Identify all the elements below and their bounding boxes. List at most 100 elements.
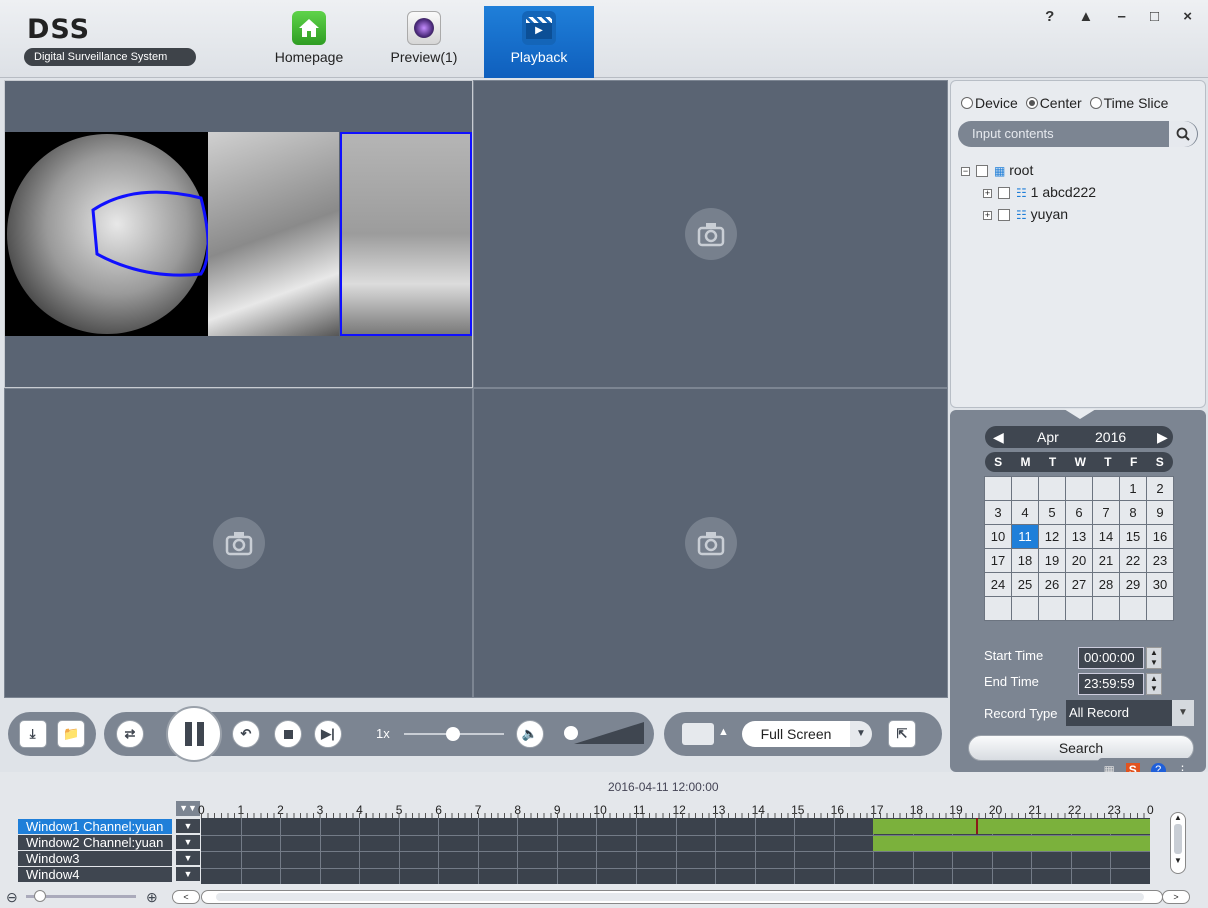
calendar-day[interactable]: 10 [984,524,1012,549]
checkbox[interactable] [976,165,988,177]
record-segment[interactable] [873,819,1150,834]
chevron-down-icon[interactable]: ▼ [176,851,200,865]
checkbox[interactable] [998,187,1010,199]
mute-icon[interactable]: 🔈 [516,720,544,748]
zoom-out-icon[interactable]: ⊖ [6,889,18,906]
chevron-down-icon[interactable]: ▼ [1172,700,1194,726]
record-type-select[interactable]: All Record [1066,700,1172,726]
volume-slider-handle[interactable] [564,726,578,740]
start-time-spinner[interactable]: ▲ ▼ [1146,647,1162,669]
tab-preview[interactable]: Preview(1) [369,6,479,78]
calendar-day[interactable]: 25 [1011,572,1039,597]
calendar-day[interactable]: 7 [1092,500,1120,525]
tree-node[interactable]: + ☷ 1 abcd222 [961,181,1096,203]
calendar-day[interactable]: 2 [1146,476,1174,501]
expand-all-icon[interactable]: ▼▼ [176,801,200,816]
channel-label[interactable]: Window2 Channel:yuan [18,835,172,850]
calendar-day[interactable]: 27 [1065,572,1093,597]
playhead-marker[interactable] [976,818,979,834]
close-button[interactable]: × [1183,8,1202,25]
radio-device[interactable] [961,97,973,109]
radio-time-slice[interactable] [1089,97,1102,109]
collapse-icon[interactable]: − [961,167,970,176]
radio-center[interactable] [1025,97,1038,109]
chevron-down-icon[interactable]: ▼ [176,867,200,881]
channel-label[interactable]: Window4 [18,867,172,882]
tab-homepage[interactable]: Homepage [254,6,364,78]
calendar-day[interactable]: 6 [1065,500,1093,525]
end-time-spinner[interactable]: ▲ ▼ [1146,673,1162,695]
calendar-day[interactable]: 5 [1038,500,1066,525]
calendar-day[interactable]: 8 [1119,500,1147,525]
sync-play-icon[interactable]: ⇄ [116,720,144,748]
grid-layout-icon[interactable] [682,723,714,745]
reverse-play-icon[interactable]: ↶ [232,720,260,748]
timeline-grid[interactable] [201,818,1150,884]
expand-icon[interactable]: + [983,189,992,198]
tree-node[interactable]: + ☷ yuyan [961,203,1096,225]
next-month-button[interactable]: ▶ [1157,426,1168,448]
video-window-2[interactable] [473,80,948,388]
video-window-1[interactable] [4,80,473,388]
timeline-vertical-scrollbar[interactable]: ▲ ▼ [1170,812,1186,874]
calendar-day[interactable]: 15 [1119,524,1147,549]
calendar-day[interactable]: 17 [984,548,1012,573]
calendar-day[interactable]: 19 [1038,548,1066,573]
expand-icon[interactable]: + [983,211,992,220]
zoom-slider-handle[interactable] [34,890,46,902]
filter-device[interactable]: Device [961,95,1018,111]
search-icon[interactable] [1169,121,1197,147]
calendar-day[interactable]: 23 [1146,548,1174,573]
start-time-field[interactable]: 00:00:00 [1078,647,1144,669]
video-window-3[interactable] [4,388,473,698]
step-forward-icon[interactable]: ▶| [314,720,342,748]
prev-month-button[interactable]: ◀ [993,426,1004,448]
fullscreen-mode-select[interactable]: Full Screen [742,721,850,747]
checkbox[interactable] [998,209,1010,221]
collapse-arrow-icon[interactable] [1064,409,1096,419]
volume-slider[interactable] [574,722,644,744]
download-icon[interactable]: ⤓ [18,720,47,748]
calendar-day[interactable]: 1 [1119,476,1147,501]
pause-button[interactable] [166,706,222,762]
timeline-horizontal-scrollbar[interactable] [201,890,1163,904]
calendar-day[interactable]: 16 [1146,524,1174,549]
calendar-day[interactable]: 3 [984,500,1012,525]
zoom-in-icon[interactable]: ⊕ [146,889,158,906]
layout-menu-arrow-icon[interactable]: ▲ [718,726,729,738]
lock-icon[interactable]: ▲ [1078,8,1103,25]
calendar-day[interactable]: 14 [1092,524,1120,549]
folder-settings-icon[interactable]: 📁 [57,720,86,748]
channel-label[interactable]: Window1 Channel:yuan [18,819,172,834]
channel-label[interactable]: Window3 [18,851,172,866]
calendar-day[interactable]: 29 [1119,572,1147,597]
tree-node-root[interactable]: − ▦ root [961,159,1096,181]
end-time-field[interactable]: 23:59:59 [1078,673,1144,695]
tab-playback[interactable]: ▶ Playback [484,6,594,78]
calendar-day[interactable]: 28 [1092,572,1120,597]
fullscreen-icon[interactable]: ⇱ [888,720,916,748]
scroll-right-button[interactable]: > [1162,890,1190,904]
calendar-day[interactable]: 11 [1011,524,1039,549]
calendar-day[interactable]: 18 [1011,548,1039,573]
stop-icon[interactable] [274,720,302,748]
chevron-down-icon[interactable]: ▼ [176,819,200,833]
calendar-day[interactable]: 21 [1092,548,1120,573]
calendar-day[interactable]: 30 [1146,572,1174,597]
record-segment[interactable] [873,835,1150,851]
scroll-left-button[interactable]: < [172,890,200,904]
calendar-day[interactable]: 13 [1065,524,1093,549]
calendar-day[interactable]: 24 [984,572,1012,597]
speed-slider-handle[interactable] [446,727,460,741]
search-input[interactable]: Input contents [958,121,1198,147]
calendar-day[interactable]: 12 [1038,524,1066,549]
calendar-day[interactable]: 20 [1065,548,1093,573]
chevron-down-icon[interactable]: ▼ [850,721,872,747]
minimize-button[interactable]: – [1117,8,1135,25]
filter-center[interactable]: Center [1025,95,1082,111]
calendar-day[interactable]: 4 [1011,500,1039,525]
filter-time-slice[interactable]: Time Slice [1089,95,1168,111]
help-button[interactable]: ? [1045,8,1064,25]
calendar-day[interactable]: 9 [1146,500,1174,525]
video-window-4[interactable] [473,388,948,698]
